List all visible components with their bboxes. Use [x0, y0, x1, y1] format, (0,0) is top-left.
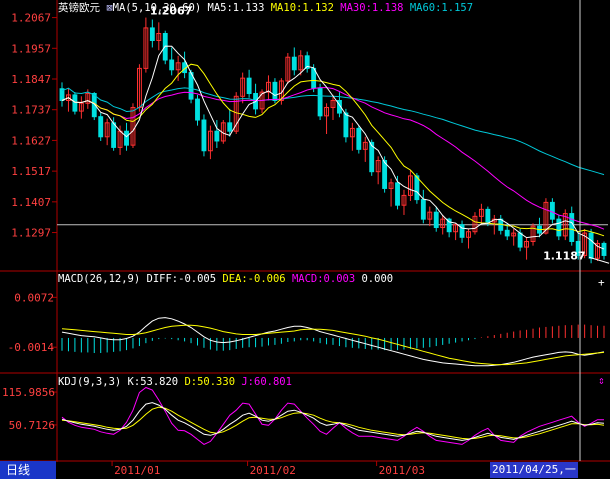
kdj-tick-label: 115.9856	[2, 386, 55, 399]
ma10-value: MA10:1.132	[270, 2, 334, 14]
candle-body	[214, 130, 220, 142]
kdj-j: J:60.801	[241, 376, 292, 388]
macd-extra: 0.000	[361, 273, 394, 285]
candle-body	[485, 208, 491, 223]
candle-body	[343, 112, 349, 138]
candle-body	[188, 72, 194, 100]
price-header: 英镑欧元 ⊠MA(5,10,30,60) MA5:1.133 MA10:1.13…	[58, 1, 473, 15]
candle-body	[569, 213, 575, 242]
candle-body	[588, 232, 594, 259]
price-tick-label: 1.1737	[11, 104, 51, 117]
cursor-date-label: 2011/04/25,一	[490, 462, 578, 478]
candle-body	[72, 94, 78, 112]
kdj-tick-label: 50.7126	[9, 419, 55, 432]
candle-body	[195, 98, 200, 121]
candle-body	[517, 232, 523, 248]
x-tick-label: 2011/01	[114, 464, 160, 477]
candle-body	[227, 122, 233, 132]
ma-label: MA(5,10,30,60)	[112, 2, 202, 14]
macd-label: MACD(26,12,9)	[58, 273, 141, 285]
kdj-header: KDJ(9,3,3) K:53.820 D:50.330 J:60.801	[58, 375, 292, 389]
candle-body	[124, 130, 129, 146]
candle-body	[246, 77, 252, 95]
candle-body	[382, 160, 388, 189]
price-tick-label: 1.1407	[11, 196, 51, 209]
macd-tick-label: 0.0072	[14, 291, 54, 304]
symbol-name: 英镑欧元	[58, 2, 100, 14]
macd-value: MACD:0.003	[291, 273, 356, 285]
price-tick-label: 1.1297	[11, 227, 51, 240]
candle-body	[414, 175, 420, 201]
candle-body	[149, 27, 155, 41]
kdj-d: D:50.330	[184, 376, 236, 388]
price-tick-label: 1.2067	[11, 12, 51, 25]
ma5-line	[61, 45, 605, 250]
price-tick-label: 1.1957	[11, 42, 51, 55]
x-tick-label: 2011/03	[379, 464, 425, 477]
price-tick-label: 1.1627	[11, 134, 51, 147]
candle-body	[556, 218, 562, 237]
candle-body	[291, 56, 297, 71]
price-tick-label: 1.1847	[11, 73, 51, 86]
candle-body	[395, 182, 400, 206]
macd-diff: DIFF:-0.005	[146, 273, 217, 285]
candle-body	[420, 199, 426, 220]
kdj-k: K:53.820	[127, 376, 179, 388]
kdj-scroll-icon: ⇕	[598, 374, 605, 387]
candle-body	[549, 201, 555, 220]
panel-expand-icon: +	[598, 276, 605, 289]
x-tick-label: 2011/02	[250, 464, 296, 477]
candle-body	[356, 127, 362, 150]
macd-tick-label: -0.0014	[8, 341, 55, 354]
macd-header: MACD(26,12,9) DIFF:-0.005 DEA:-0.006 MAC…	[58, 272, 393, 286]
candle-body	[504, 229, 510, 237]
extreme-value-label: 1.1187	[543, 249, 585, 262]
macd-dea-line	[61, 324, 605, 366]
chart-stage: 1.2067 1.1957 1.1847 1.1737 1.1627 1.1517 1.14…	[0, 0, 610, 477]
x-axis: 2011/01 2011/02 2011/03	[111, 461, 425, 477]
price-panel[interactable]: 1.2067 1.1957 1.1847 1.1737 1.1627 1.1517 1.14…	[11, 5, 610, 289]
candle-body	[201, 119, 207, 152]
ma30-value: MA30:1.138	[340, 2, 404, 14]
candle-body	[169, 59, 175, 71]
ma5-value: MA5:1.133	[207, 2, 265, 14]
ma10-line	[61, 63, 605, 237]
period-tab-daily[interactable]: 日线	[0, 461, 56, 479]
candle-body	[98, 116, 104, 138]
candle-body	[111, 122, 117, 148]
kdj-label: KDJ(9,3,3)	[58, 376, 122, 388]
macd-panel[interactable]: 0.0072 -0.0014	[8, 291, 605, 367]
ma60-value: MA60:1.157	[409, 2, 474, 14]
candle-body	[317, 87, 323, 117]
candle-body	[601, 242, 607, 256]
price-tick-label: 1.1517	[11, 165, 51, 178]
candle-body	[272, 81, 278, 101]
macd-dea: DEA:-0.006	[222, 273, 286, 285]
candle-body	[433, 211, 439, 229]
